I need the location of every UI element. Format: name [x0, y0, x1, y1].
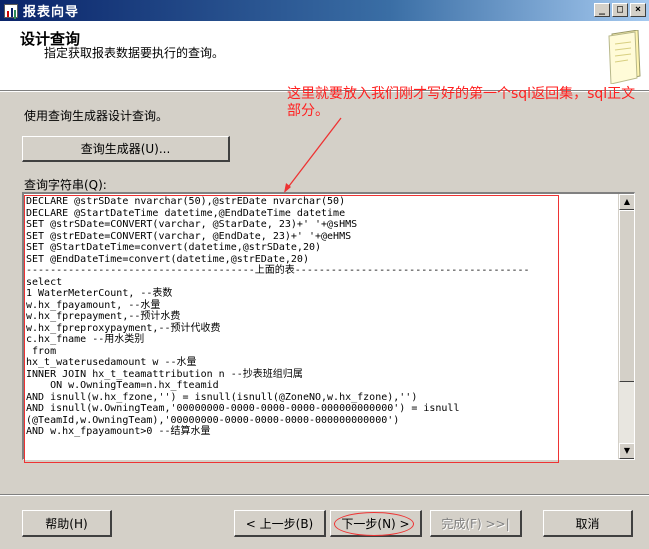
query-string-label: 查询字符串(Q): — [24, 178, 107, 192]
close-button[interactable]: × — [630, 3, 646, 17]
maximize-button[interactable]: □ — [612, 3, 628, 17]
page-subtitle: 指定获取报表数据要执行的查询。 — [44, 46, 225, 60]
annotation-text: 这里就要放入我们刚才写好的第一个sql返回集，sql正文部分。 — [287, 86, 636, 119]
back-button[interactable]: < 上一步(B) — [234, 510, 326, 537]
window-title: 报表向导 — [23, 5, 80, 20]
document-icon — [608, 30, 641, 84]
next-button-highlight — [334, 512, 414, 536]
window-controls: _ □ × — [594, 3, 646, 17]
scroll-thumb[interactable] — [619, 210, 634, 382]
design-prompt: 使用查询生成器设计查询。 — [24, 109, 169, 123]
report-wizard-icon — [4, 3, 18, 18]
wizard-header: 设计查询 指定获取报表数据要执行的查询。 — [0, 21, 649, 91]
vertical-scrollbar[interactable]: ▲ ▼ — [618, 194, 634, 459]
query-builder-button[interactable]: 查询生成器(U)... — [22, 136, 230, 162]
annotation-highlight-box — [24, 195, 559, 463]
help-button[interactable]: 帮助(H) — [22, 510, 112, 537]
finish-button[interactable]: 完成(F) >>| — [430, 510, 522, 537]
title-bar: 报表向导 _ □ × — [0, 0, 649, 21]
footer-divider — [0, 494, 649, 496]
cancel-button[interactable]: 取消 — [543, 510, 633, 537]
scroll-up-arrow-icon[interactable]: ▲ — [619, 194, 634, 210]
minimize-button[interactable]: _ — [594, 3, 610, 17]
scroll-down-arrow-icon[interactable]: ▼ — [619, 443, 634, 459]
